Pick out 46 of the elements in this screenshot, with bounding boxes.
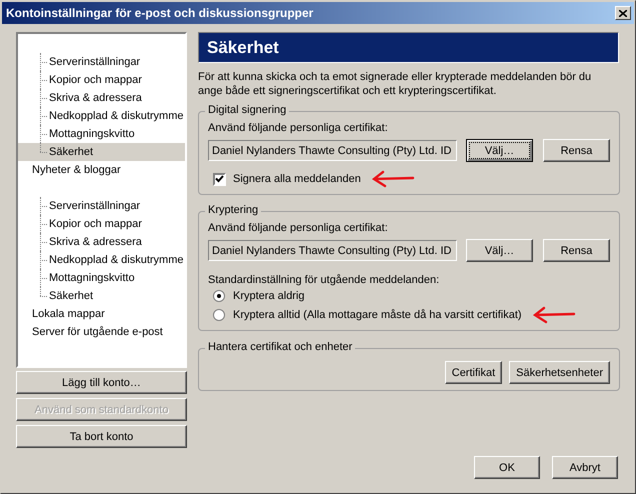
close-icon bbox=[619, 10, 627, 16]
tree-item[interactable]: Nedkopplad & diskutrymme bbox=[48, 254, 184, 266]
radio-label: Kryptera alltid (Alla mottagare måste då ha varsitt certifikat) bbox=[233, 309, 522, 321]
checkbox[interactable] bbox=[213, 172, 226, 186]
annotation-arrow bbox=[370, 170, 415, 188]
tree-item[interactable]: Säkerhet bbox=[48, 146, 94, 158]
group-title: Hantera certifikat och enheter bbox=[205, 341, 356, 353]
radio-button[interactable] bbox=[213, 290, 225, 302]
field-label: Använd följande personliga certifikat: bbox=[208, 122, 389, 134]
tree-item[interactable]: Säkerhet bbox=[48, 290, 94, 302]
group-title: Kryptering bbox=[205, 204, 262, 216]
tree-item[interactable]: Nyheter & bloggar bbox=[31, 164, 121, 176]
certificate-button[interactable]: Välj… bbox=[466, 139, 533, 162]
tree-item[interactable]: Serverinställningar bbox=[48, 200, 140, 212]
description-text: För att kunna skicka och ta emot signerade eller krypterade meddelanden bör du ange både ett signeringscertifikat och ett krypteringscertifikat. bbox=[198, 70, 592, 98]
section-label: Standardinställning för utgående meddelanden: bbox=[208, 274, 440, 286]
certificate-button[interactable]: Rensa bbox=[543, 239, 610, 262]
certificate-button[interactable]: Välj… bbox=[466, 239, 533, 262]
tree-item[interactable]: Server för utgående e-post bbox=[31, 326, 163, 338]
tree-item[interactable]: Skriva & adressera bbox=[48, 236, 142, 248]
radio-button[interactable] bbox=[213, 309, 225, 321]
certificate-button[interactable]: Rensa bbox=[543, 139, 610, 162]
tree-item[interactable]: Kopior och mappar bbox=[48, 218, 142, 230]
tree-item[interactable]: Skriva & adressera bbox=[48, 92, 142, 104]
tree-item[interactable]: Nedkopplad & diskutrymme bbox=[48, 110, 184, 122]
tree-item[interactable]: Serverinställningar bbox=[48, 56, 140, 68]
radio-label: Kryptera aldrig bbox=[233, 290, 305, 302]
checkbox-label: Signera alla meddelanden bbox=[233, 173, 361, 185]
close-button[interactable] bbox=[615, 6, 631, 20]
tree-item[interactable]: Lokala mappar bbox=[31, 308, 105, 320]
panel-header: Säkerhet bbox=[198, 32, 619, 63]
dialog-button[interactable]: OK bbox=[474, 456, 540, 479]
dialog-button[interactable]: Avbryt bbox=[552, 456, 618, 479]
field-label: Använd följande personliga certifikat: bbox=[208, 222, 389, 234]
tree-item[interactable]: Mottagningskvitto bbox=[48, 128, 135, 140]
annotation-arrow bbox=[532, 306, 576, 324]
certificate-field[interactable]: Daniel Nylanders Thawte Consulting (Pty) Ltd. ID bbox=[208, 240, 457, 261]
account-button[interactable]: Ta bort konto bbox=[16, 425, 187, 448]
account-button[interactable]: Lägg till konto… bbox=[16, 371, 187, 394]
tree-item[interactable]: Kopior och mappar bbox=[48, 74, 142, 86]
manage-button[interactable]: Certifikat bbox=[444, 361, 502, 384]
certificate-field[interactable]: Daniel Nylanders Thawte Consulting (Pty) Ltd. ID bbox=[208, 140, 457, 161]
manage-button[interactable]: Säkerhetsenheter bbox=[509, 361, 610, 384]
group-title: Digital signering bbox=[205, 104, 290, 116]
tree-item[interactable]: Mottagningskvitto bbox=[48, 272, 135, 284]
window-title: Kontoinställningar för e-post och diskussionsgrupper bbox=[6, 6, 314, 20]
